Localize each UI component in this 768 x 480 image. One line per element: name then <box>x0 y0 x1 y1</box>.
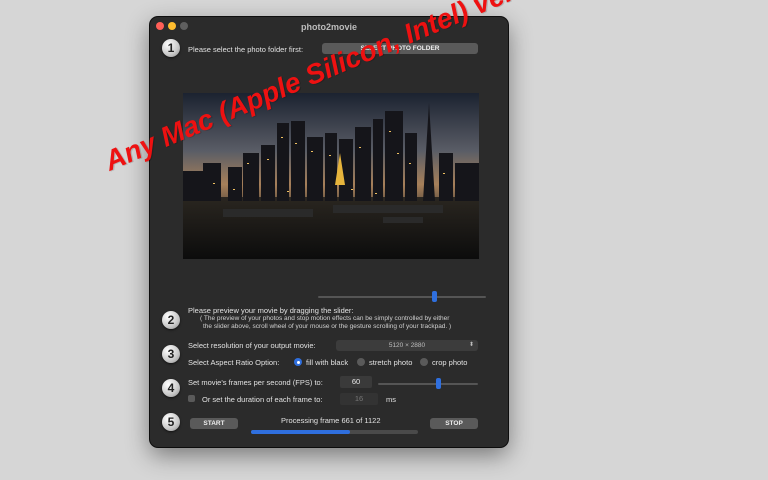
fps-slider[interactable] <box>378 383 478 385</box>
zoom-window-icon[interactable] <box>180 22 188 30</box>
preview-note-line-1: ( The preview of your photos and stop mo… <box>200 315 450 322</box>
photo-preview <box>183 93 479 259</box>
resolution-label: Select resolution of your output movie: <box>188 341 316 350</box>
aspect-option-fill-with-black: fill with black <box>306 358 349 367</box>
preview-note-line-2: the slider above, scroll wheel of your m… <box>203 323 452 330</box>
aspect-radio-fill-with-black[interactable] <box>294 358 302 366</box>
fps-label: Set movie's frames per second (FPS) to: <box>188 378 323 387</box>
aspect-radio-stretch-photo[interactable] <box>357 358 365 366</box>
start-button[interactable]: START <box>190 418 238 429</box>
window-title: photo2movie <box>300 22 357 32</box>
aspect-ratio-label: Select Aspect Ratio Option: <box>188 358 280 367</box>
step-5-badge: 5 <box>162 413 180 431</box>
preview-heading: Please preview your movie by dragging th… <box>188 306 354 315</box>
stop-button[interactable]: STOP <box>430 418 478 429</box>
minimize-window-icon[interactable] <box>168 22 176 30</box>
preview-slider[interactable] <box>318 296 486 298</box>
resolution-select[interactable]: 5120 × 2880 ⬍ <box>336 340 478 351</box>
step-4-badge: 4 <box>162 379 180 397</box>
frame-duration-checkbox[interactable] <box>188 395 195 402</box>
close-window-icon[interactable] <box>156 22 164 30</box>
aspect-option-crop-photo: crop photo <box>432 358 468 367</box>
aspect-option-stretch-photo: stretch photo <box>369 358 413 367</box>
step-3-badge: 3 <box>162 345 180 363</box>
processing-progress-bar <box>251 430 418 434</box>
updown-chevron-icon: ⬍ <box>468 342 474 348</box>
preview-slider-thumb[interactable] <box>431 291 437 302</box>
processing-progress-fill <box>251 430 350 434</box>
fps-slider-thumb[interactable] <box>436 378 441 389</box>
frame-duration-label: Or set the duration of each frame to: <box>202 395 323 404</box>
resolution-value: 5120 × 2880 <box>388 342 426 349</box>
frame-duration-input[interactable]: 16 <box>340 393 378 405</box>
frame-duration-unit: ms <box>386 395 396 404</box>
folder-prompt: Please select the photo folder first: <box>188 45 304 54</box>
select-photo-folder-button[interactable]: SELECT PHOTO FOLDER <box>322 43 478 54</box>
step-1-badge: 1 <box>162 39 180 57</box>
step-2-badge: 2 <box>162 311 180 329</box>
app-window: photo2movie 1 Please select the photo fo… <box>150 17 508 447</box>
processing-status: Processing frame 661 of 1122 <box>281 416 381 425</box>
fps-input[interactable]: 60 <box>340 376 372 388</box>
aspect-radio-crop-photo[interactable] <box>420 358 428 366</box>
